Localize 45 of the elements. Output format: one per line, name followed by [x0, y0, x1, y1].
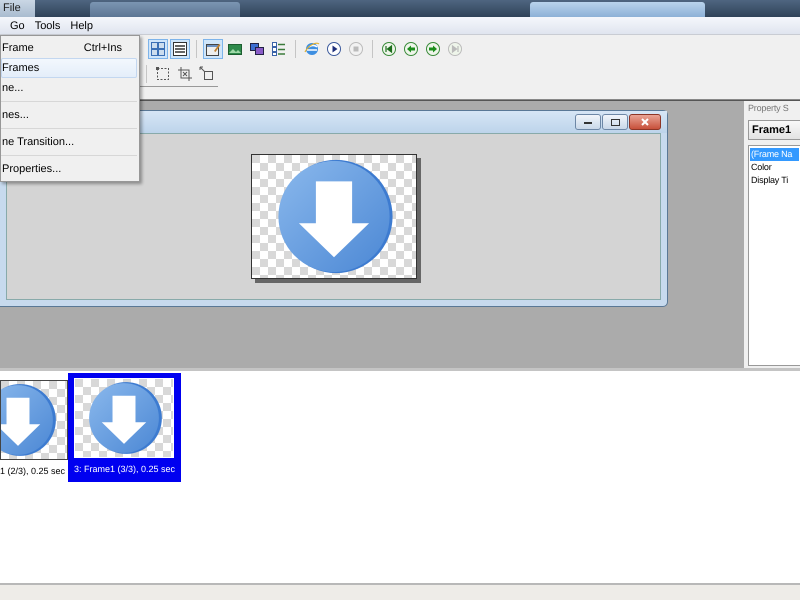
window-title: File [0, 0, 35, 17]
windows-icon [249, 41, 265, 57]
menu-item[interactable]: ne... [1, 78, 137, 98]
resize-icon [199, 66, 215, 82]
menu-item[interactable]: Help [65, 20, 98, 32]
toolbar-button[interactable] [324, 39, 344, 59]
object-dropdown[interactable]: Frame1 [748, 120, 800, 140]
frame-thumbnail[interactable]: 3: Frame1 (3/3), 0.25 sec [68, 373, 182, 482]
property-row[interactable]: Display Ti [750, 174, 799, 187]
toolbar-button[interactable] [175, 64, 195, 84]
crop-icon [177, 66, 193, 82]
close-button[interactable] [629, 114, 661, 130]
grid-icon [150, 41, 166, 57]
globe-icon [304, 41, 320, 57]
toolbar-button[interactable] [379, 39, 399, 59]
stop-icon [348, 41, 364, 57]
menu-item[interactable]: Frames [1, 58, 137, 78]
list-icon [172, 41, 188, 57]
toolbar-button[interactable] [203, 39, 223, 59]
toolbar-button[interactable] [170, 39, 190, 59]
property-row[interactable]: Color [750, 161, 799, 174]
frame-label: 1 (2/3), 0.25 sec [0, 466, 66, 476]
menu-item[interactable]: Frame Ctrl+Ins [1, 38, 137, 58]
checklist-icon [271, 41, 287, 57]
close-icon [641, 118, 649, 126]
select-icon [155, 66, 171, 82]
back-icon [403, 41, 419, 57]
image-icon [227, 41, 243, 57]
maximize-button[interactable] [602, 114, 628, 130]
menu-item[interactable]: Properties... [1, 159, 137, 179]
maximize-icon [610, 118, 620, 126]
menu-item[interactable]: Tools [30, 20, 66, 32]
panel-title: Property S [748, 103, 790, 115]
frame-label: 3: Frame1 (3/3), 0.25 sec [74, 464, 176, 474]
play-icon [326, 41, 342, 57]
menu-item[interactable]: Go [5, 20, 30, 32]
skip-back-icon [381, 41, 397, 57]
menu-item[interactable]: ne Transition... [1, 132, 137, 152]
minimize-icon [584, 120, 592, 124]
shortcut-text: Ctrl+Ins [84, 42, 122, 54]
menu-item[interactable]: nes... [1, 105, 137, 125]
forward-icon [425, 41, 441, 57]
properties-icon [205, 41, 221, 57]
minimize-button[interactable] [575, 114, 601, 130]
skip-forward-icon [447, 41, 463, 57]
